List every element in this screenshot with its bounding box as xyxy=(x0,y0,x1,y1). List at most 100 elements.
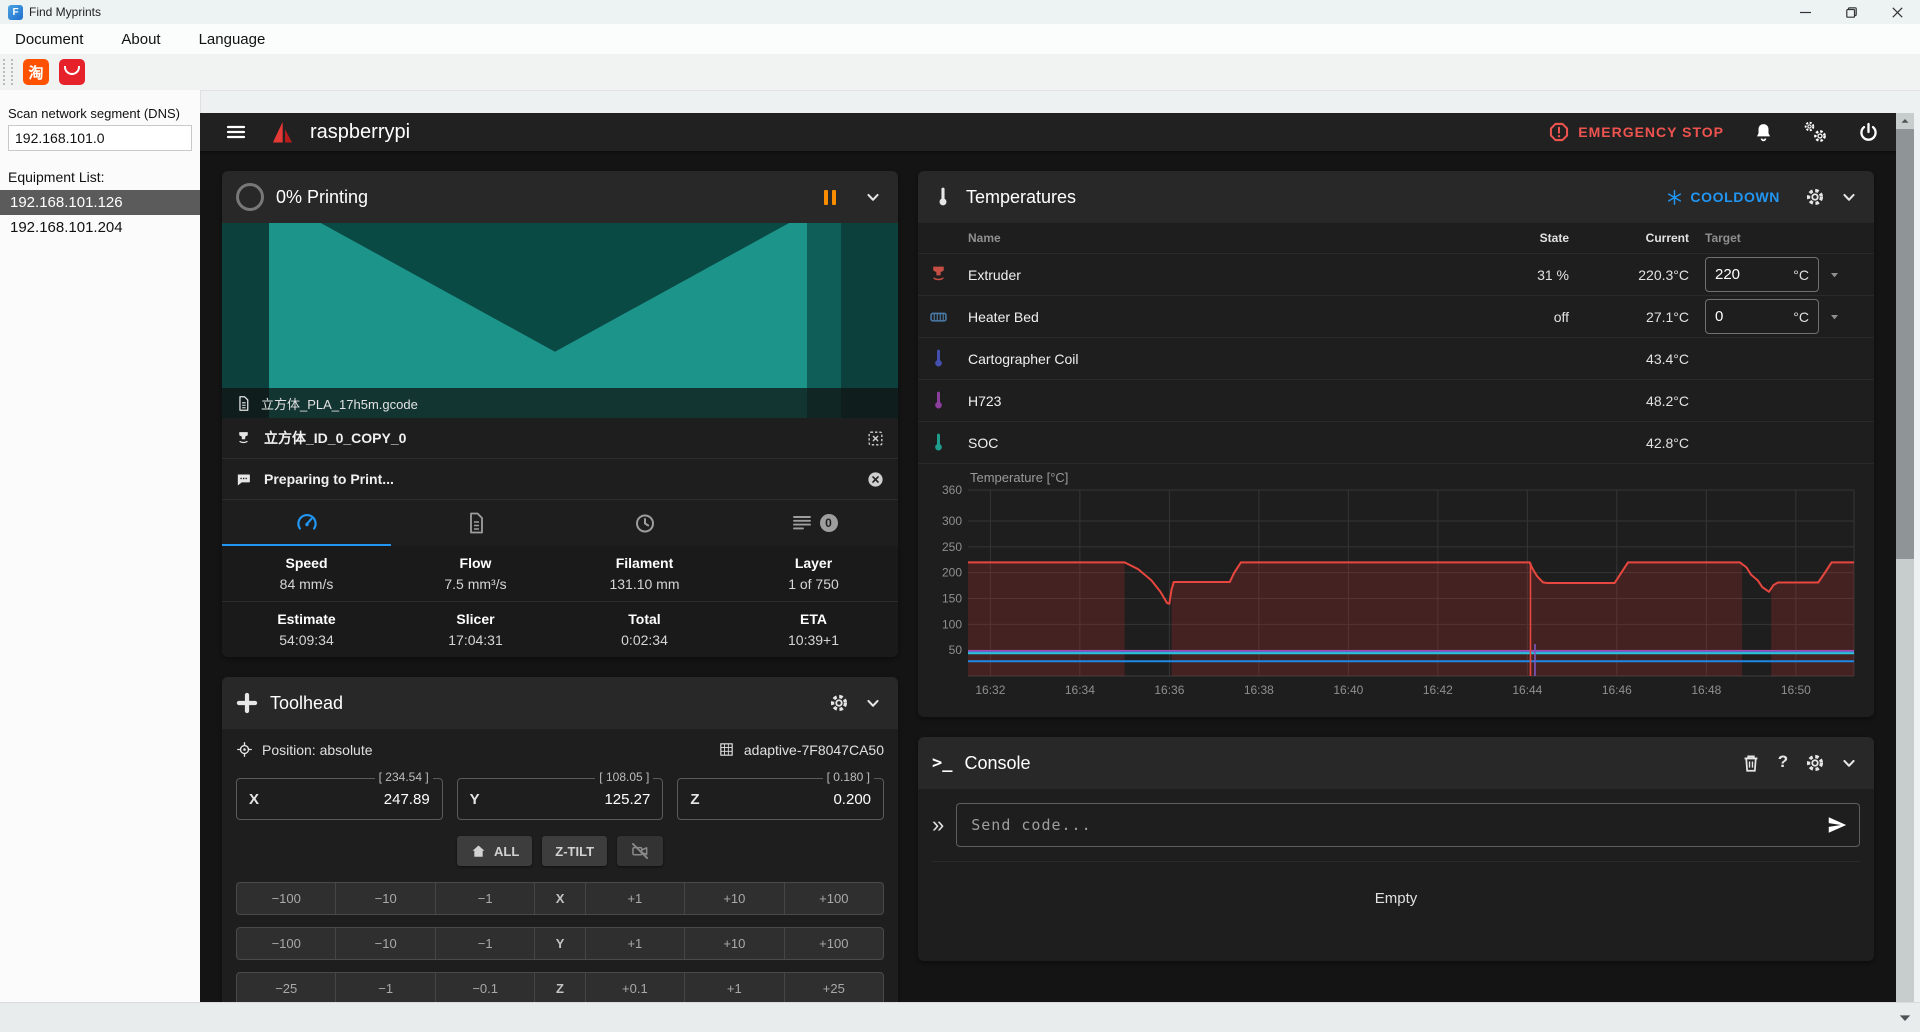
printer-webview: raspberrypi EMERGENCY STOP xyxy=(200,113,1896,1002)
pause-button[interactable] xyxy=(824,190,836,205)
move-x-−100[interactable]: −100 xyxy=(237,883,336,914)
cooldown-button[interactable]: COOLDOWN xyxy=(1666,189,1780,206)
move-z-−1[interactable]: −1 xyxy=(336,973,435,1002)
nozzle-icon xyxy=(235,430,252,447)
notifications-bell-icon[interactable] xyxy=(1752,121,1775,144)
tab-history[interactable] xyxy=(560,500,729,546)
toolhead-collapse-chevron-icon[interactable] xyxy=(862,692,884,714)
webcam-off-button[interactable] xyxy=(617,836,663,866)
x-position-field[interactable]: [ 234.54 ] X 247.89 xyxy=(236,778,443,820)
taobao-icon[interactable]: 淘 xyxy=(23,59,49,85)
target-presets-caret-icon[interactable] xyxy=(1826,266,1843,283)
move-x-+1[interactable]: +1 xyxy=(586,883,685,914)
scroll-down-arrow-icon[interactable] xyxy=(1896,1009,1914,1027)
exclude-object-icon[interactable] xyxy=(866,429,885,448)
toolbar-drag-handle[interactable] xyxy=(3,59,13,85)
menu-document[interactable]: Document xyxy=(15,31,83,48)
minimize-button[interactable] xyxy=(1782,0,1828,24)
move-z-−25[interactable]: −25 xyxy=(237,973,336,1002)
move-z-+0.1[interactable]: +0.1 xyxy=(586,973,685,1002)
right-column: Temperatures COOLDOWN Name State Cu xyxy=(918,171,1874,1002)
y-position-field[interactable]: [ 108.05 ] Y 125.27 xyxy=(457,778,664,820)
console-header: >_ Console ? xyxy=(918,737,1874,789)
menu-language[interactable]: Language xyxy=(199,31,266,48)
z-tilt-button[interactable]: Z-TILT xyxy=(542,836,607,866)
scrollbar-thumb[interactable] xyxy=(1896,129,1914,559)
move-x-+10[interactable]: +10 xyxy=(685,883,784,914)
target-temp-input[interactable]: 220°C xyxy=(1705,257,1819,292)
z-position-field[interactable]: [ 0.180 ] Z 0.200 xyxy=(677,778,884,820)
tab-queue[interactable]: 0 xyxy=(729,500,898,546)
console-input[interactable] xyxy=(956,803,1860,847)
svg-text:Temperature [°C]: Temperature [°C] xyxy=(970,470,1068,485)
move-y-+10[interactable]: +10 xyxy=(685,928,784,959)
move-z-−0.1[interactable]: −0.1 xyxy=(436,973,535,1002)
svg-text:100: 100 xyxy=(942,617,962,631)
stat-layer: Layer1 of 750 xyxy=(729,555,898,592)
printer-hostname: raspberrypi xyxy=(310,121,410,144)
console-title: Console xyxy=(964,753,1030,774)
move-z-+25[interactable]: +25 xyxy=(785,973,883,1002)
scan-input[interactable] xyxy=(8,125,192,151)
console-collapse-chevron-icon[interactable] xyxy=(1838,752,1860,774)
temperature-table-body: Extruder31 %220.3°C220°CHeater Bedoff27.… xyxy=(918,254,1874,464)
collapse-chevron-icon[interactable] xyxy=(862,186,884,208)
move-y-+100[interactable]: +100 xyxy=(785,928,883,959)
console-help-icon[interactable]: ? xyxy=(1774,752,1792,774)
x-position-value: 247.89 xyxy=(384,791,430,808)
equipment-item[interactable]: 192.168.101.126 xyxy=(0,190,200,215)
maximize-button[interactable] xyxy=(1828,0,1874,24)
interface-settings-icon[interactable] xyxy=(1803,120,1829,144)
temperatures-settings-gear-icon[interactable] xyxy=(1804,186,1826,208)
console-empty-label: Empty xyxy=(932,861,1860,947)
sensor-current: 48.2°C xyxy=(1569,393,1689,409)
toolhead-card: Toolhead Position: absolute adaptive-7F8… xyxy=(222,677,898,1002)
home-all-button[interactable]: ALL xyxy=(457,836,532,866)
move-z-+1[interactable]: +1 xyxy=(685,973,784,1002)
gcode-filename: 立方体_PLA_17h5m.gcode xyxy=(261,394,418,413)
move-y-−1[interactable]: −1 xyxy=(436,928,535,959)
y-axis-label: Y xyxy=(470,791,480,808)
console-prompt-icon[interactable]: » xyxy=(932,814,944,836)
svg-text:50: 50 xyxy=(949,643,963,657)
menu-bar: Document About Language xyxy=(0,24,1920,55)
dismiss-message-icon[interactable] xyxy=(866,470,885,489)
svg-text:16:44: 16:44 xyxy=(1512,683,1542,697)
sensor-current: 43.4°C xyxy=(1569,351,1689,367)
home-icon xyxy=(470,843,487,860)
scan-label: Scan network segment (DNS) xyxy=(8,106,200,121)
move-x-−1[interactable]: −1 xyxy=(436,883,535,914)
window-bottom-strip xyxy=(0,1002,1920,1032)
move-y-−100[interactable]: −100 xyxy=(237,928,336,959)
hamburger-menu-icon[interactable] xyxy=(224,120,248,144)
move-x-−10[interactable]: −10 xyxy=(336,883,435,914)
app-toolbar: 淘 xyxy=(0,54,1920,91)
aliexpress-icon[interactable] xyxy=(59,59,85,85)
clear-console-trash-icon[interactable] xyxy=(1740,752,1762,774)
menu-about[interactable]: About xyxy=(121,31,160,48)
emergency-stop-button[interactable]: EMERGENCY STOP xyxy=(1548,121,1724,143)
power-icon[interactable] xyxy=(1857,121,1880,144)
move-x-+100[interactable]: +100 xyxy=(785,883,883,914)
sensor-state: off xyxy=(1479,309,1569,325)
web-navbar: raspberrypi EMERGENCY STOP xyxy=(200,113,1896,151)
target-temp-input[interactable]: 0°C xyxy=(1705,299,1819,334)
console-settings-gear-icon[interactable] xyxy=(1804,752,1826,774)
temperatures-collapse-chevron-icon[interactable] xyxy=(1838,186,1860,208)
stat-slicer: Slicer17:04:31 xyxy=(391,611,560,648)
home-buttons-row: ALL Z-TILT xyxy=(236,836,884,866)
move-y-+1[interactable]: +1 xyxy=(586,928,685,959)
target-presets-caret-icon[interactable] xyxy=(1826,308,1843,325)
toolhead-settings-gear-icon[interactable] xyxy=(828,692,850,714)
tab-gcode-file[interactable] xyxy=(391,500,560,546)
tab-speed[interactable] xyxy=(222,500,391,546)
scroll-up-arrow-icon[interactable] xyxy=(1896,113,1914,129)
send-icon[interactable] xyxy=(1826,814,1848,836)
scrollbar[interactable] xyxy=(1896,113,1914,1002)
gcode-filename-row: 立方体_PLA_17h5m.gcode xyxy=(222,388,898,418)
equipment-list: 192.168.101.126192.168.101.204 xyxy=(0,190,200,240)
close-button[interactable] xyxy=(1874,0,1920,24)
move-y-−10[interactable]: −10 xyxy=(336,928,435,959)
equipment-item[interactable]: 192.168.101.204 xyxy=(0,215,200,240)
move-row-z: −25−1−0.1Z+0.1+1+25 xyxy=(236,972,884,1002)
